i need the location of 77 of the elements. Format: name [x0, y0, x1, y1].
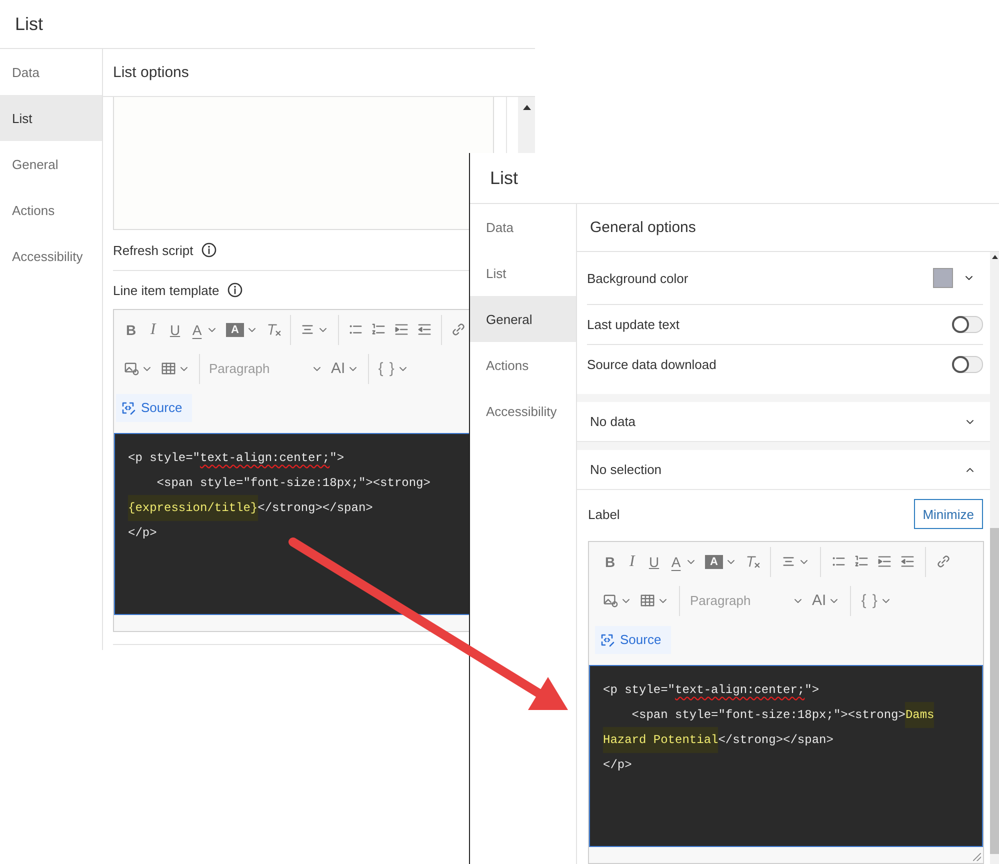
bulleted-list-icon	[831, 554, 846, 569]
sidebar-item[interactable]: Data	[470, 204, 576, 250]
sidebar-item[interactable]: List	[470, 250, 576, 296]
paragraph-dropdown[interactable]: Paragraph	[205, 356, 327, 382]
table-icon	[640, 593, 655, 608]
code-line: <span style="font-size:18px;"><strong>Dams	[603, 703, 982, 728]
option-label: Last update text	[587, 317, 680, 332]
option-label: Background color	[587, 270, 688, 286]
link-icon	[936, 554, 951, 569]
section-header[interactable]: No data	[577, 402, 990, 442]
align-icon	[300, 322, 315, 337]
panel-title: List	[470, 153, 999, 204]
sidebar-item[interactable]: General	[470, 296, 576, 342]
sidebar-item[interactable]: Actions	[0, 187, 102, 233]
clear-format-icon	[745, 554, 760, 569]
color-picker[interactable]	[933, 268, 975, 288]
italic-button[interactable]: I	[142, 316, 164, 342]
sidebar-item[interactable]: Actions	[470, 342, 576, 388]
code-line: </p>	[128, 525, 158, 542]
insert-field-button[interactable]: { }	[374, 356, 414, 382]
italic-button[interactable]: I	[621, 548, 643, 574]
sidebar-item[interactable]: List	[0, 95, 102, 141]
sidebar-item[interactable]: Accessibility	[470, 388, 576, 434]
link-icon	[451, 322, 466, 337]
sidebar-item[interactable]: Accessibility	[0, 233, 102, 279]
code-icon	[120, 400, 136, 416]
info-icon	[201, 242, 218, 258]
highlight-button[interactable]: A	[222, 316, 262, 342]
numbered-list-icon	[371, 322, 386, 337]
toggle-switch[interactable]	[952, 316, 983, 333]
section-title: No data	[590, 414, 636, 429]
font-size-button[interactable]: AI	[808, 588, 844, 614]
option-label: Source data download	[587, 357, 716, 372]
underline-button[interactable]: U	[164, 316, 186, 342]
numbered-list-icon	[854, 554, 869, 569]
clear-format-icon	[266, 322, 281, 337]
font-color-button[interactable]: A	[186, 316, 222, 342]
info-icon	[227, 282, 244, 298]
section-header[interactable]: No selection	[577, 450, 990, 490]
image-icon	[124, 361, 139, 376]
highlight-button[interactable]: A	[701, 548, 741, 574]
code-editor[interactable]: <p style="text-align:center;"> <span style="font-size:18px;"><strong>Dams Hazard Potential</strong></span> </p>	[589, 665, 983, 847]
sidebar-item[interactable]: Data	[0, 49, 102, 95]
field-label: Line item template	[113, 282, 220, 298]
font-color-button[interactable]: A	[665, 548, 701, 574]
align-icon	[781, 554, 796, 569]
code-line: <span style="font-size:18px;"><strong>	[156, 475, 432, 492]
code-line: </p>	[603, 757, 633, 774]
sidebar-item[interactable]: General	[0, 141, 102, 187]
bulleted-list-icon	[348, 322, 363, 337]
code-line: Hazard Potential</strong></span>	[603, 728, 982, 753]
field-label: Label	[588, 506, 620, 522]
bold-button[interactable]: B	[599, 548, 621, 574]
source-button[interactable]: Source	[595, 626, 672, 654]
scrollbar[interactable]	[990, 252, 999, 864]
scrollbar[interactable]	[518, 97, 535, 153]
source-button[interactable]: Source	[116, 394, 192, 422]
underline-button[interactable]: U	[643, 548, 665, 574]
outdent-icon	[900, 554, 915, 569]
code-line: <p style="text-align:center;">	[603, 682, 820, 699]
outdent-icon	[417, 322, 432, 337]
panel-title: List	[0, 0, 535, 49]
paragraph-dropdown[interactable]: Paragraph	[686, 588, 808, 614]
font-size-button[interactable]: AI	[327, 356, 364, 382]
toggle-switch[interactable]	[952, 356, 983, 373]
indent-icon	[877, 554, 892, 569]
indent-icon	[394, 322, 409, 337]
code-icon	[599, 632, 615, 648]
code-line: <p style="text-align:center;">	[128, 450, 346, 467]
minimize-button[interactable]: Minimize	[914, 499, 983, 529]
table-icon	[161, 361, 176, 376]
bold-button[interactable]: B	[120, 316, 142, 342]
section-title: No selection	[590, 462, 662, 477]
field-label: Refresh script	[113, 242, 194, 258]
resize-handle[interactable]	[973, 853, 981, 861]
insert-field-button[interactable]: { }	[857, 588, 896, 614]
image-icon	[603, 593, 618, 608]
